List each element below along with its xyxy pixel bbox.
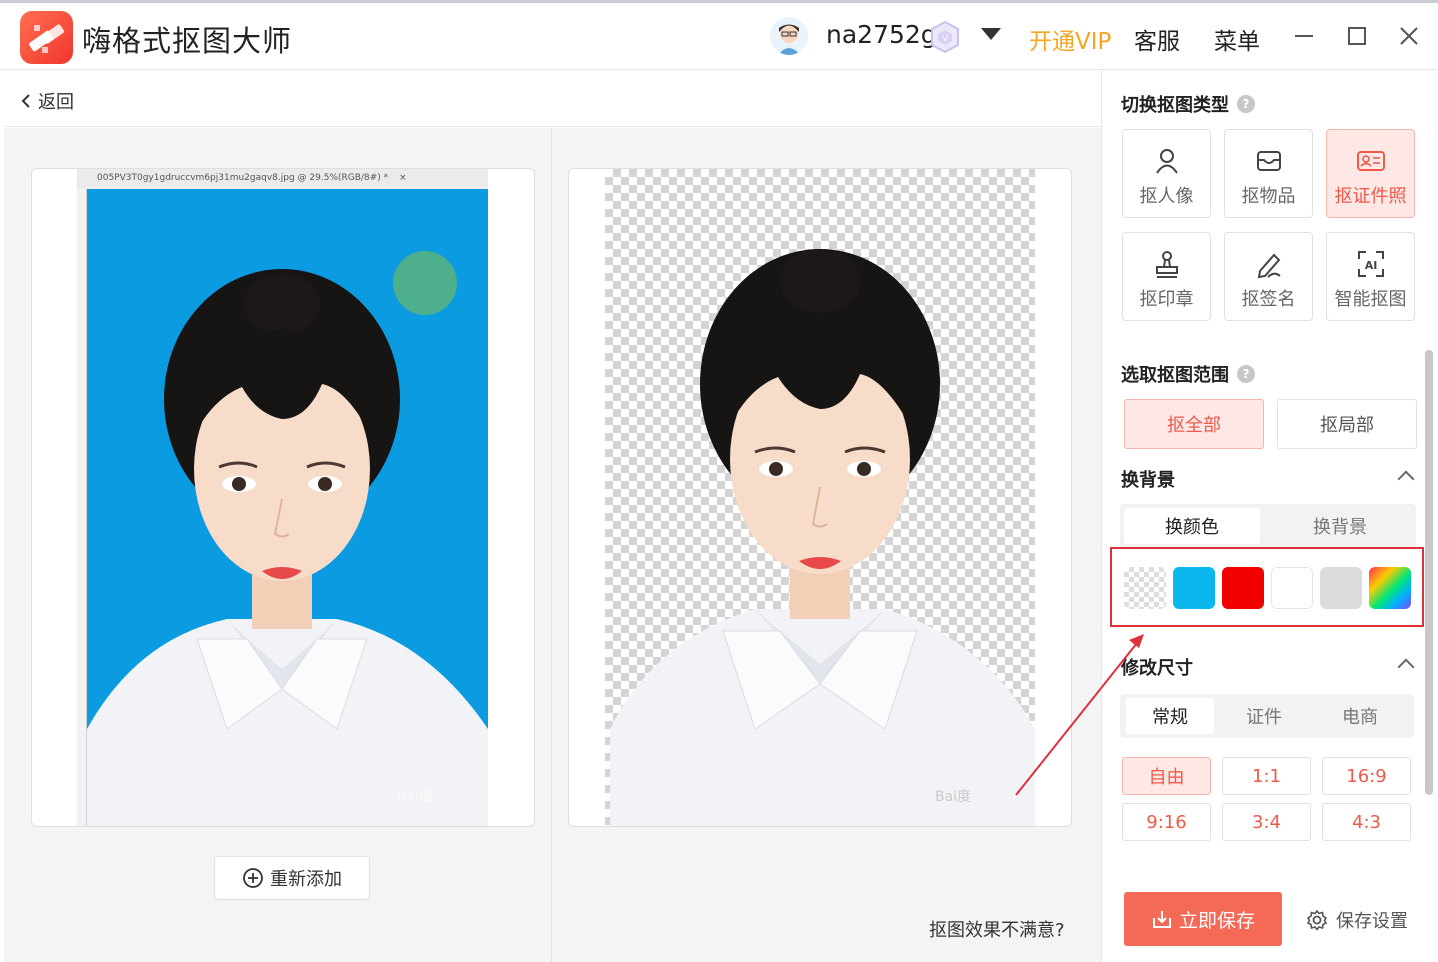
back-button[interactable]: 返回 (20, 88, 74, 114)
range-title: 选取抠图范围 ? (1121, 361, 1255, 387)
range-all-button[interactable]: 抠全部 (1124, 399, 1264, 449)
type-id-photo[interactable]: 抠证件照 (1326, 129, 1415, 218)
ai-icon: AI (1327, 249, 1414, 279)
swatch-red[interactable] (1222, 567, 1264, 609)
box-icon (1225, 146, 1312, 176)
maximize-icon[interactable] (1345, 24, 1369, 48)
ratio-4-3[interactable]: 4:3 (1322, 803, 1411, 841)
back-bar: 返回 (4, 70, 1101, 127)
panel-scrollbar[interactable] (1425, 350, 1433, 795)
svg-text:AI: AI (1364, 259, 1377, 272)
username[interactable]: na2752g (826, 20, 937, 49)
background-tabs: 换颜色 换背景 (1120, 504, 1416, 548)
portrait-figure: Bai度 (87, 269, 488, 826)
title-bar: 嗨格式抠图大师 na2752g V 开通VIP 客服 菜单 (0, 0, 1438, 70)
app-logo-icon (20, 11, 73, 64)
ratio-3-4[interactable]: 3:4 (1222, 803, 1311, 841)
unsatisfied-link[interactable]: 抠图效果不满意? (929, 916, 1065, 942)
type-portrait-label: 抠人像 (1139, 186, 1194, 207)
type-portrait[interactable]: 抠人像 (1122, 129, 1211, 218)
switch-type-title: 切换抠图类型 ? (1121, 91, 1255, 117)
color-swatch-group (1110, 547, 1424, 627)
close-icon[interactable] (1397, 24, 1421, 48)
swatch-blue[interactable] (1173, 567, 1215, 609)
tab-size-ecommerce[interactable]: 电商 (1314, 698, 1406, 734)
preview-area: 005PV3T0gy1gdruccvm6pj31mu2gaqv8.jpg @ 2… (4, 128, 1101, 962)
size-tabs: 常规 证件 电商 (1120, 694, 1414, 738)
background-title: 换背景 (1121, 466, 1175, 492)
original-image-card: 005PV3T0gy1gdruccvm6pj31mu2gaqv8.jpg @ 2… (31, 168, 535, 827)
pen-icon (1225, 249, 1312, 279)
ratio-9-16[interactable]: 9:16 (1122, 803, 1211, 841)
original-image: 005PV3T0gy1gdruccvm6pj31mu2gaqv8.jpg @ 2… (77, 169, 488, 826)
help-icon[interactable]: ? (1237, 365, 1255, 383)
download-icon (1152, 911, 1171, 928)
stamp-icon (1123, 249, 1210, 279)
type-stamp-label: 抠印章 (1139, 289, 1194, 310)
chevron-left-icon (21, 94, 30, 108)
window-top-border (0, 0, 1438, 3)
plus-circle-icon (243, 868, 263, 888)
type-stamp[interactable]: 抠印章 (1122, 232, 1211, 321)
ratio-1-1[interactable]: 1:1 (1222, 757, 1311, 795)
settings-panel: 切换抠图类型 ? 抠人像 抠物品 抠证件照 抠印章 抠签名 AI 智能抠图 选取… (1101, 70, 1438, 962)
range-part-button[interactable]: 抠局部 (1277, 399, 1417, 449)
background-label: 换背景 (1121, 470, 1175, 491)
service-link[interactable]: 客服 (1134, 22, 1180, 56)
menu-link[interactable]: 菜单 (1214, 22, 1260, 56)
id-card-icon (1327, 146, 1414, 176)
resize-label: 修改尺寸 (1121, 658, 1193, 679)
vip-badge-icon: V (928, 20, 962, 54)
ratio-free[interactable]: 自由 (1122, 757, 1211, 795)
caret-down-icon[interactable] (981, 28, 1001, 40)
app-window: 嗨格式抠图大师 na2752g V 开通VIP 客服 菜单 返回 005PV3T… (0, 0, 1438, 962)
type-object[interactable]: 抠物品 (1224, 129, 1313, 218)
readd-button[interactable]: 重新添加 (214, 856, 370, 900)
save-now-button[interactable]: 立即保存 (1124, 892, 1282, 946)
avatar[interactable] (770, 17, 808, 55)
scroll-fade (1102, 860, 1424, 882)
save-settings-label: 保存设置 (1336, 911, 1408, 932)
type-signature-label: 抠签名 (1241, 289, 1296, 310)
tab-size-normal[interactable]: 常规 (1126, 698, 1214, 734)
chevron-up-icon[interactable] (1397, 658, 1415, 676)
result-image-card: Bai度 (568, 168, 1072, 827)
swatch-white[interactable] (1271, 567, 1313, 609)
type-object-label: 抠物品 (1241, 186, 1296, 207)
type-id-photo-label: 抠证件照 (1334, 186, 1407, 207)
swatch-gray[interactable] (1320, 567, 1362, 609)
portrait-cutout: Bai度 (610, 249, 1035, 826)
range-label: 选取抠图范围 (1121, 365, 1229, 386)
type-signature[interactable]: 抠签名 (1224, 232, 1313, 321)
svg-text:Bai度: Bai度 (935, 789, 971, 805)
tab-size-id[interactable]: 证件 (1220, 698, 1308, 734)
preview-divider (551, 128, 552, 962)
save-settings-button[interactable]: 保存设置 (1306, 907, 1408, 933)
type-smart-label: 智能抠图 (1334, 289, 1407, 310)
readd-label: 重新添加 (270, 869, 342, 890)
vip-link[interactable]: 开通VIP (1029, 22, 1111, 56)
app-title: 嗨格式抠图大师 (82, 24, 293, 58)
tab-change-background[interactable]: 换背景 (1270, 508, 1410, 544)
swatch-rainbow[interactable] (1369, 567, 1411, 609)
help-icon[interactable]: ? (1237, 95, 1255, 113)
result-image: Bai度 (605, 169, 1035, 826)
ratio-16-9[interactable]: 16:9 (1322, 757, 1411, 795)
resize-title: 修改尺寸 (1121, 654, 1193, 680)
type-smart[interactable]: AI 智能抠图 (1326, 232, 1415, 321)
gear-icon (1306, 909, 1328, 931)
back-label: 返回 (38, 92, 74, 113)
svg-text:Bai度: Bai度 (397, 789, 433, 805)
minimize-icon[interactable] (1292, 24, 1316, 48)
tab-change-color[interactable]: 换颜色 (1124, 508, 1260, 544)
chevron-up-icon[interactable] (1397, 470, 1415, 488)
svg-text:V: V (942, 34, 949, 44)
switch-type-label: 切换抠图类型 (1121, 95, 1229, 116)
swatch-transparent[interactable] (1124, 567, 1166, 609)
save-now-label: 立即保存 (1178, 909, 1255, 932)
person-icon (1123, 146, 1210, 176)
